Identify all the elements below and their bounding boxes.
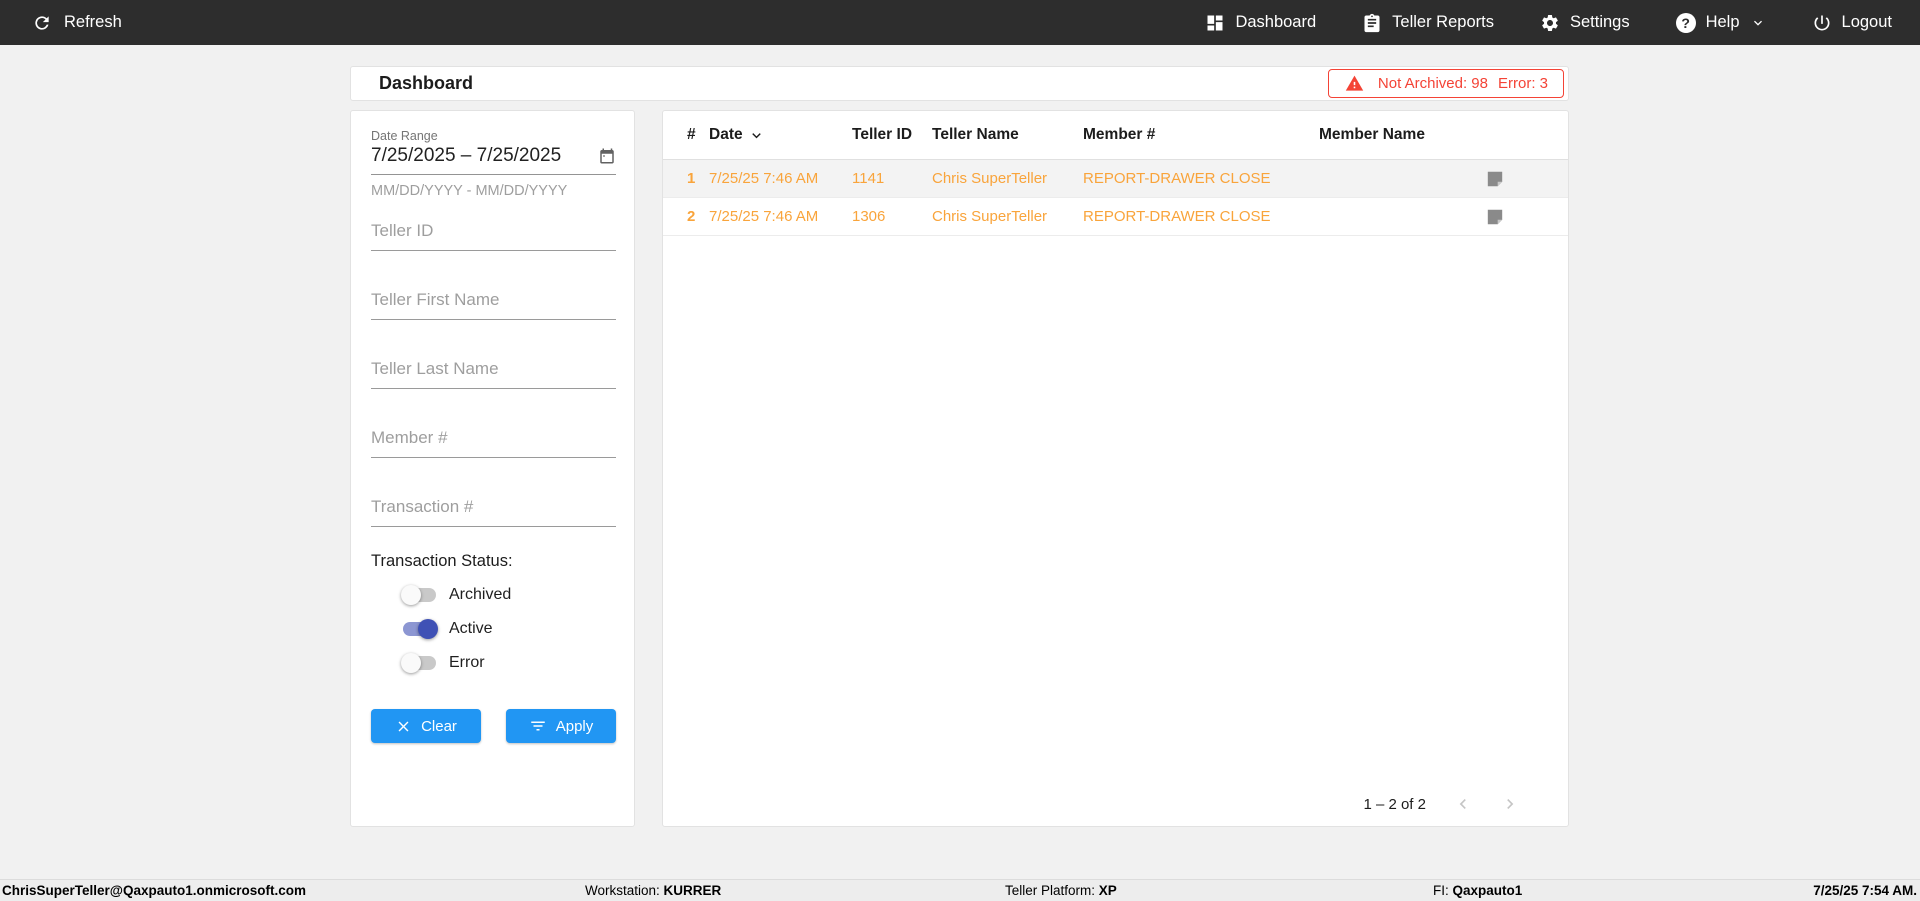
chevron-down-icon (1750, 15, 1766, 31)
table-row[interactable]: 1 7/25/25 7:46 AM 1141 Chris SuperTeller… (663, 160, 1568, 198)
nav-item-teller-reports[interactable]: Teller Reports (1362, 13, 1494, 33)
transaction-number-field-wrap (371, 497, 616, 527)
teller-id-field-wrap (371, 221, 616, 251)
status-datetime: 7/25/25 7:54 AM. (1813, 883, 1917, 898)
nav-item-label: Logout (1841, 13, 1892, 31)
close-icon (395, 718, 412, 735)
nav-item-dashboard[interactable]: Dashboard (1205, 13, 1316, 33)
teller-first-name-input[interactable] (371, 290, 616, 320)
member-number-input[interactable] (371, 428, 616, 458)
error-count: Error: 3 (1497, 75, 1548, 92)
active-toggle[interactable] (401, 619, 438, 639)
fi-info: FI: Qaxpauto1 (1433, 883, 1523, 898)
row-member-num: REPORT-DRAWER CLOSE (1083, 208, 1271, 225)
row-member-num: REPORT-DRAWER CLOSE (1083, 170, 1271, 187)
nav-item-help[interactable]: ? Help (1675, 12, 1766, 33)
date-format-hint: MM/DD/YYYY - MM/DD/YYYY (371, 183, 568, 199)
col-header-num: # (687, 126, 696, 143)
refresh-label: Refresh (64, 13, 122, 31)
nav-item-label: Help (1705, 13, 1740, 31)
workstation-info: Workstation: KURRER (585, 883, 722, 898)
navbar-menu: Dashboard Teller Reports Settings ? Help (1205, 12, 1892, 33)
col-header-teller-name: Teller Name (932, 126, 1019, 143)
teller-last-name-field-wrap (371, 359, 616, 389)
row-number: 1 (687, 170, 696, 187)
date-range-label: Date Range (371, 129, 438, 143)
row-teller-id: 1306 (852, 208, 886, 225)
apply-button-label: Apply (555, 717, 594, 735)
help-icon: ? (1675, 12, 1696, 33)
toggle-row-error: Error (401, 653, 616, 673)
nav-item-label: Teller Reports (1392, 13, 1494, 31)
archived-toggle[interactable] (401, 585, 438, 605)
nav-item-settings[interactable]: Settings (1540, 13, 1630, 33)
toggle-row-archived: Archived (401, 585, 616, 605)
row-teller-name: Chris SuperTeller (932, 170, 1048, 187)
error-toggle-label: Error (449, 654, 485, 671)
col-header-teller-id: Teller ID (852, 126, 913, 143)
teller-last-name-input[interactable] (371, 359, 616, 389)
refresh-button[interactable]: Refresh (32, 13, 122, 33)
power-icon (1812, 13, 1832, 33)
clipboard-icon (1362, 13, 1382, 33)
status-bar: ChrisSuperTeller@Qaxpauto1.onmicrosoft.c… (0, 879, 1920, 901)
filter-icon (529, 717, 547, 735)
calendar-icon[interactable] (598, 147, 616, 165)
page-header: Dashboard Not Archived: 98 Error: 3 (350, 66, 1569, 101)
apply-button[interactable]: Apply (506, 709, 616, 743)
logged-in-user: ChrisSuperTeller@Qaxpauto1.onmicrosoft.c… (2, 883, 306, 898)
nav-item-label: Dashboard (1235, 13, 1317, 31)
active-toggle-label: Active (449, 620, 493, 637)
pagination-range: 1 – 2 of 2 (1363, 795, 1426, 813)
filter-panel: Date Range 7/25/2025 – 7/25/2025 MM/DD/Y… (350, 110, 635, 827)
not-archived-count: Not Archived: 98 (1377, 75, 1488, 92)
col-header-member-name: Member Name (1319, 126, 1425, 143)
note-icon[interactable] (1486, 208, 1544, 226)
archived-toggle-label: Archived (449, 586, 512, 603)
clear-button[interactable]: Clear (371, 709, 481, 743)
col-header-member-num: Member # (1083, 126, 1156, 143)
pagination: 1 – 2 of 2 (1363, 794, 1520, 814)
table-header-row: # Date Teller ID Teller Name Member # Me… (663, 111, 1568, 160)
transaction-number-input[interactable] (371, 497, 616, 527)
error-toggle[interactable] (401, 653, 438, 673)
filter-buttons: Clear Apply (371, 709, 616, 743)
clear-button-label: Clear (421, 717, 457, 735)
teller-first-name-field-wrap (371, 290, 616, 320)
teller-platform-info: Teller Platform: XP (1005, 883, 1117, 898)
dashboard-icon (1205, 13, 1225, 33)
not-archived-alert-badge[interactable]: Not Archived: 98 Error: 3 (1327, 69, 1564, 98)
member-number-field-wrap (371, 428, 616, 458)
results-panel: # Date Teller ID Teller Name Member # Me… (662, 110, 1569, 827)
date-range-value: 7/25/2025 – 7/25/2025 (371, 145, 562, 166)
nav-item-label: Settings (1569, 13, 1630, 31)
previous-page-button[interactable] (1453, 794, 1473, 814)
page-title: Dashboard (379, 73, 474, 93)
nav-item-logout[interactable]: Logout (1812, 13, 1892, 33)
row-date: 7/25/25 7:46 AM (709, 170, 819, 187)
row-teller-id: 1141 (852, 170, 885, 187)
warning-icon (1344, 74, 1365, 93)
top-navbar: Refresh Dashboard Teller Reports Setting… (0, 0, 1920, 45)
refresh-icon (32, 13, 52, 33)
toggle-row-active: Active (401, 619, 616, 639)
date-range-field[interactable]: 7/25/2025 – 7/25/2025 (371, 145, 616, 175)
row-date: 7/25/25 7:46 AM (709, 208, 819, 225)
row-number: 2 (687, 208, 696, 225)
col-header-date[interactable]: Date (709, 126, 852, 144)
sort-desc-icon (748, 127, 765, 144)
table-row[interactable]: 2 7/25/25 7:46 AM 1306 Chris SuperTeller… (663, 198, 1568, 236)
teller-id-input[interactable] (371, 221, 616, 251)
row-teller-name: Chris SuperTeller (932, 208, 1048, 225)
transaction-status-label: Transaction Status: (371, 552, 513, 570)
note-icon[interactable] (1486, 170, 1544, 188)
next-page-button[interactable] (1500, 794, 1520, 814)
gear-icon (1540, 13, 1560, 33)
